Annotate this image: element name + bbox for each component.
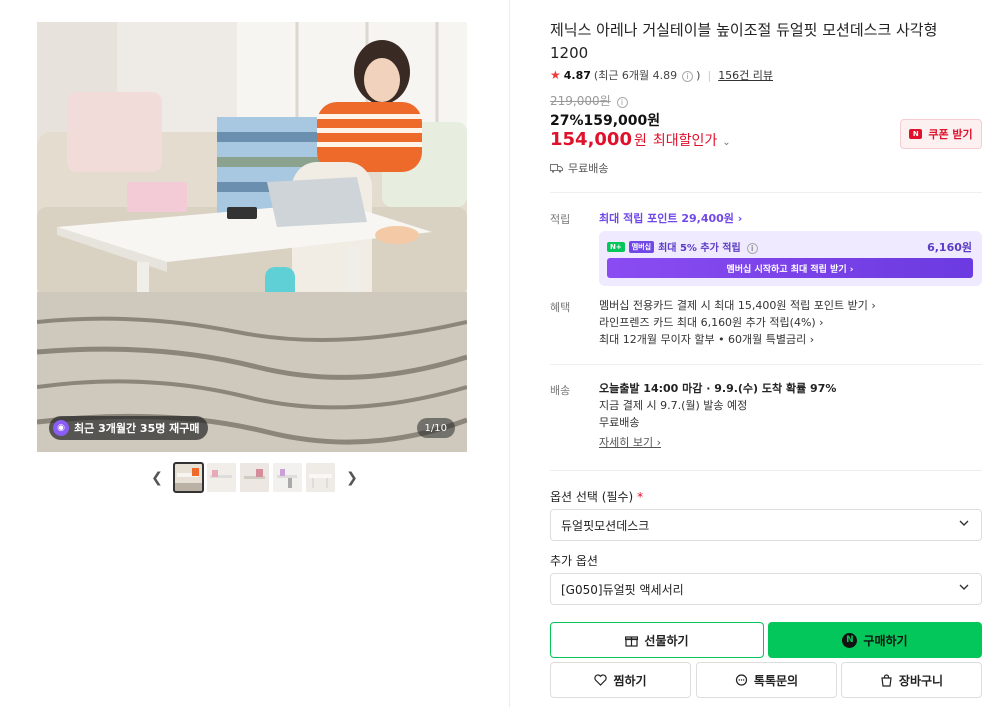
thumbnail-image <box>207 463 236 492</box>
rating-info-icon[interactable]: i <box>680 68 694 82</box>
delivery-line: 무료배송 <box>599 416 640 429</box>
required-mark: * <box>637 490 644 504</box>
chevron-down-icon <box>959 584 969 590</box>
benefits-list: 멤버십 전용카드 결제 시 최대 15,400원 적립 포인트 받기 › 라인프… <box>599 297 982 348</box>
chevron-right-icon[interactable]: ❯ <box>345 463 359 492</box>
membership-amount: 6,160원 <box>927 241 972 254</box>
divider <box>550 364 982 365</box>
required-option-label: 옵션 선택 (필수) * <box>550 488 643 505</box>
max-discount-price[interactable]: 154,000 원 최대할인가 ⌄ <box>550 129 731 150</box>
truck-icon <box>550 164 563 173</box>
thumbnail[interactable] <box>240 463 269 492</box>
wish-button[interactable]: 찜하기 <box>550 662 691 698</box>
star-icon: ★ <box>550 68 561 82</box>
gift-button[interactable]: 선물하기 <box>550 622 764 658</box>
product-gallery: ◉ 최근 3개월간 35명 재구매 1/10 <box>37 22 467 452</box>
max-points-link[interactable]: 최대 적립 포인트 29,400원 › <box>599 212 742 225</box>
buy-label: 구매하기 <box>863 633 908 648</box>
required-option-text: 옵션 선택 (필수) <box>550 490 634 504</box>
review-count-link[interactable]: 156건 리뷰 <box>718 67 773 83</box>
membership-header: N+ 멤버십 최대 5% 추가 적립 i <box>607 239 758 254</box>
repurchase-badge: ◉ 최근 3개월간 35명 재구매 <box>49 416 208 440</box>
benefit-item[interactable]: 최대 12개월 무이자 할부 • 60개월 특별금리 › <box>599 331 982 348</box>
original-price: 219,000원 i <box>550 92 628 109</box>
shipping-text: 무료배송 <box>568 162 609 175</box>
membership-cta-button[interactable]: 멤버십 시작하고 최대 적립 받기 › <box>607 258 973 278</box>
repurchase-text: 최근 3개월간 35명 재구매 <box>74 422 200 435</box>
membership-badge: 멤버십 <box>628 240 655 253</box>
divider <box>550 192 982 193</box>
cart-button[interactable]: 장바구니 <box>841 662 982 698</box>
thumbnail[interactable] <box>207 463 236 492</box>
separator: | <box>707 68 712 82</box>
heart-icon <box>594 674 608 686</box>
discount-price: 27%159,000원 <box>550 113 661 129</box>
main-product-image[interactable]: ◉ 최근 3개월간 35명 재구매 1/10 <box>37 22 467 452</box>
delivery-detail-link[interactable]: 자세히 보기 › <box>599 434 982 451</box>
original-price-value: 219,000 <box>550 94 600 108</box>
coupon-icon: N <box>909 129 923 139</box>
coupon-button[interactable]: N 쿠폰 받기 <box>900 119 982 149</box>
thumbnail[interactable] <box>306 463 335 492</box>
thumbnail[interactable] <box>273 463 302 492</box>
rating-recent: (최근 6개월 4.89 <box>593 69 678 82</box>
thumbnail-image <box>273 463 302 492</box>
shipping-row: 무료배송 <box>550 160 608 176</box>
buy-button[interactable]: N 구매하기 <box>768 622 982 658</box>
talk-button[interactable]: 톡톡문의 <box>696 662 837 698</box>
coupon-label: 쿠폰 받기 <box>928 128 973 141</box>
original-price-unit: 원 <box>599 94 611 108</box>
points-row: 최대 적립 포인트 29,400원 › <box>599 210 982 226</box>
final-price-unit: 원 <box>633 133 647 149</box>
extra-option-label: 추가 옵션 <box>550 554 598 568</box>
chevron-left-icon[interactable]: ❮ <box>150 463 164 492</box>
info-icon[interactable]: i <box>616 97 628 108</box>
naver-pay-icon: N <box>842 632 858 648</box>
chevron-down-icon <box>959 520 969 526</box>
talk-label: 톡톡문의 <box>753 673 799 688</box>
delivery-line: 오늘출발 14:00 마감 · 9.9.(수) 도착 확률 97% <box>599 382 837 395</box>
benefit-item[interactable]: 멤버십 전용카드 결제 시 최대 15,400원 적립 포인트 받기 › <box>599 297 982 314</box>
final-price-value: 154,000 <box>550 129 632 150</box>
rating-row: ★ 4.87 (최근 6개월 4.89 i ) | 156건 리뷰 <box>550 67 773 83</box>
bag-icon: ◉ <box>53 420 69 436</box>
extra-option-value: [G050]듀얼핏 액세서리 <box>561 582 684 597</box>
extra-option-select[interactable]: [G050]듀얼핏 액세서리 <box>550 573 982 605</box>
thumbnail-image <box>174 463 203 492</box>
chat-icon <box>735 673 748 686</box>
membership-info-icon[interactable]: i <box>745 240 758 254</box>
benefit-item[interactable]: 라인프렌즈 카드 최대 6,160원 추가 적립(4%) › <box>599 314 982 331</box>
column-divider <box>509 0 510 707</box>
delivery-line: 지금 결제 시 9.7.(월) 발송 예정 <box>599 399 748 412</box>
thumbnail-image <box>306 463 335 492</box>
benefits-label: 혜택 <box>550 301 571 314</box>
membership-box: N+ 멤버십 최대 5% 추가 적립 i 6,160원 멤버십 시작하고 최대 … <box>599 231 982 286</box>
gift-icon <box>625 635 639 647</box>
rating-recent-close: ) <box>696 68 701 82</box>
delivery-label: 배송 <box>550 384 571 397</box>
required-option-value: 듀얼핏모션데스크 <box>561 518 650 533</box>
image-counter: 1/10 <box>416 418 455 438</box>
wish-label: 찜하기 <box>613 673 647 688</box>
divider <box>550 470 982 471</box>
rating-score: 4.87 <box>563 68 591 82</box>
final-price-label: 최대할인가 <box>652 133 718 149</box>
required-option-select[interactable]: 듀얼핏모션데스크 <box>550 509 982 541</box>
thumbnail[interactable] <box>173 462 204 493</box>
cart-icon <box>881 673 892 687</box>
chevron-down-icon: ⌄ <box>722 137 731 148</box>
delivery-info: 오늘출발 14:00 마감 · 9.9.(수) 도착 확률 97% 지금 결제 … <box>599 380 982 451</box>
cart-label: 장바구니 <box>898 673 944 688</box>
points-label: 적립 <box>550 213 571 226</box>
thumbnail-strip: ❮ ❯ <box>150 462 359 493</box>
product-title: 제닉스 아레나 거실테이블 높이조절 듀얼핏 모션데스크 사각형 1200 <box>550 21 938 62</box>
membership-text: 최대 5% 추가 적립 <box>658 243 741 254</box>
naver-plus-badge: N+ <box>607 241 625 252</box>
thumbnail-image <box>240 463 269 492</box>
product-photo <box>37 22 467 452</box>
gift-label: 선물하기 <box>644 633 689 648</box>
